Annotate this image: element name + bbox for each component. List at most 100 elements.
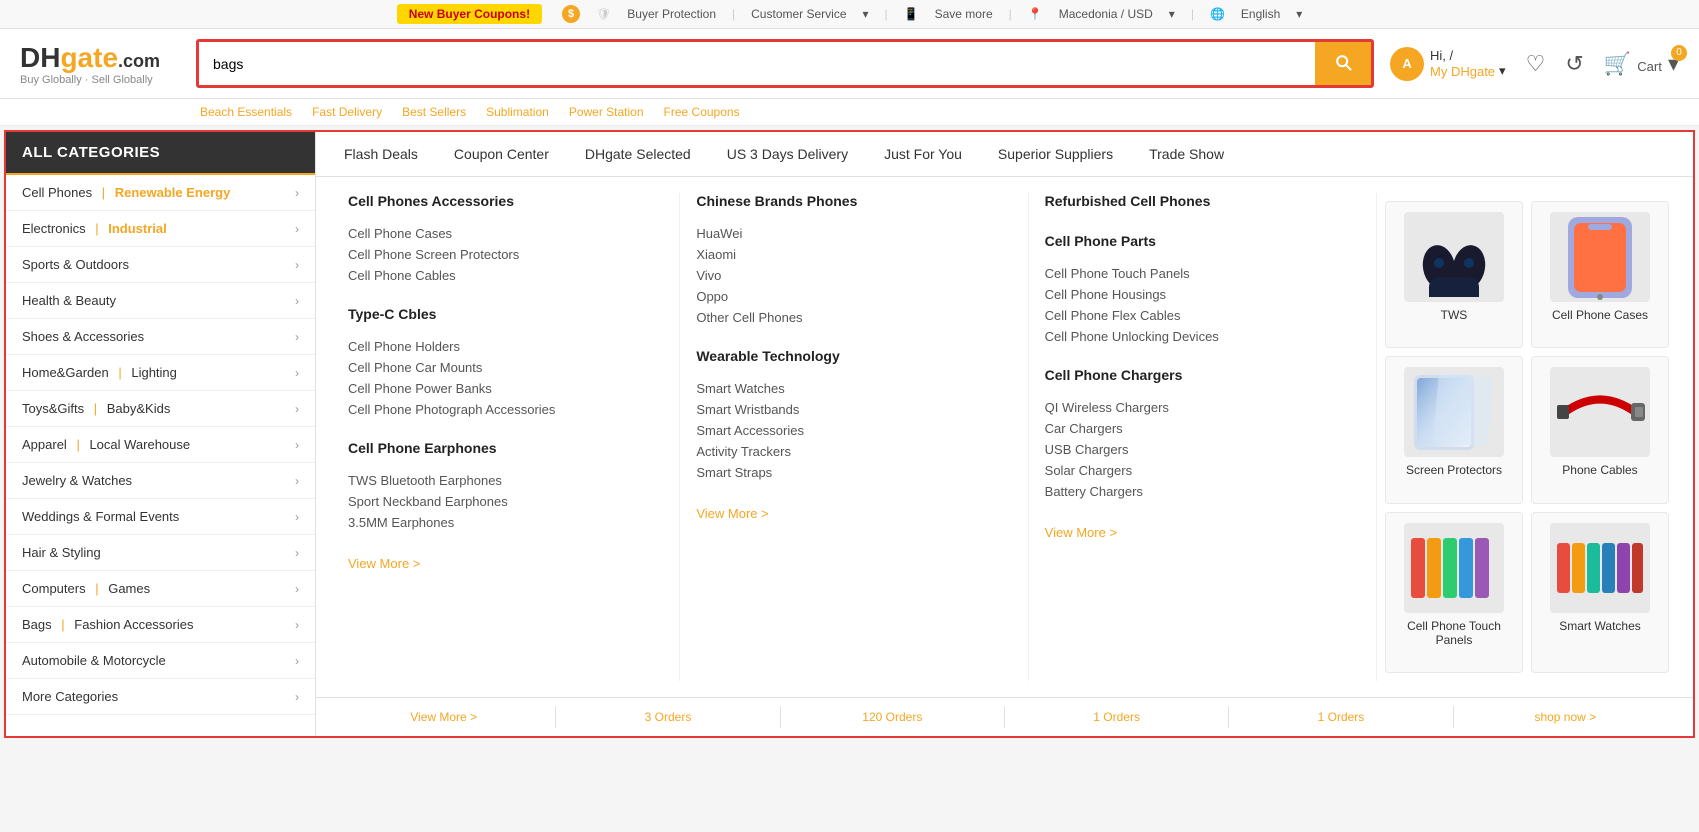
chevron-right-icon: › <box>295 474 299 488</box>
view-more-col2[interactable]: View More > <box>696 503 1011 524</box>
screen-protectors-image <box>1404 367 1504 457</box>
order-item-view-more[interactable]: View More > <box>332 706 556 728</box>
sidebar-item-more[interactable]: More Categories › <box>6 679 315 715</box>
cat-item-smart-accessories[interactable]: Smart Accessories <box>696 420 1011 441</box>
image-card-phone-cables[interactable]: Phone Cables <box>1531 356 1669 503</box>
header-user[interactable]: A Hi, / My DHgate ▾ <box>1390 47 1506 81</box>
cat-item-other-phones[interactable]: Other Cell Phones <box>696 307 1011 328</box>
tab-dhgate-selected[interactable]: DHgate Selected <box>567 132 709 176</box>
sidebar-item-shoes[interactable]: Shoes & Accessories › <box>6 319 315 355</box>
tab-just-for-you[interactable]: Just For You <box>866 132 980 176</box>
chevron-right-icon: › <box>295 510 299 524</box>
sidebar-item-hair[interactable]: Hair & Styling › <box>6 535 315 571</box>
cat-item-touch-panels[interactable]: Cell Phone Touch Panels <box>1045 263 1360 284</box>
image-card-touch-panels[interactable]: Cell Phone Touch Panels <box>1385 512 1523 673</box>
region-link[interactable]: Macedonia / USD <box>1059 7 1153 21</box>
cat-item-car-mounts[interactable]: Cell Phone Car Mounts <box>348 357 663 378</box>
search-input[interactable] <box>199 46 1315 82</box>
chevron-right-icon: › <box>295 258 299 272</box>
cat-item-smart-straps[interactable]: Smart Straps <box>696 462 1011 483</box>
sidebar-item-health[interactable]: Health & Beauty › <box>6 283 315 319</box>
view-more-col3[interactable]: View More > <box>1045 522 1360 543</box>
cat-item-battery-chargers[interactable]: Battery Chargers <box>1045 481 1360 502</box>
tab-flash-deals[interactable]: Flash Deals <box>326 132 436 176</box>
quick-link-beach[interactable]: Beach Essentials <box>200 105 292 119</box>
dropdown-panel: Cell Phones Accessories Cell Phone Cases… <box>316 177 1693 697</box>
tab-coupon-center[interactable]: Coupon Center <box>436 132 567 176</box>
sidebar-item-weddings[interactable]: Weddings & Formal Events › <box>6 499 315 535</box>
image-card-tws[interactable]: TWS <box>1385 201 1523 348</box>
content-area: Flash Deals Coupon Center DHgate Selecte… <box>316 132 1693 736</box>
coupon-button[interactable]: New Buyer Coupons! <box>397 4 542 24</box>
tab-us-delivery[interactable]: US 3 Days Delivery <box>709 132 866 176</box>
save-more-link[interactable]: Save more <box>935 7 993 21</box>
quick-link-sublimation[interactable]: Sublimation <box>486 105 549 119</box>
cat-item-car-chargers[interactable]: Car Chargers <box>1045 418 1360 439</box>
customer-service-link[interactable]: Customer Service <box>751 7 846 21</box>
quick-link-fast[interactable]: Fast Delivery <box>312 105 382 119</box>
sidebar-item-computers[interactable]: Computers | Games › <box>6 571 315 607</box>
sidebar-item-toys[interactable]: Toys&Gifts | Baby&Kids › <box>6 391 315 427</box>
sidebar-item-bags[interactable]: Bags | Fashion Accessories › <box>6 607 315 643</box>
view-more-col1[interactable]: View More > <box>348 553 663 574</box>
chevron-right-icon: › <box>295 186 299 200</box>
sidebar-item-auto[interactable]: Automobile & Motorcycle › <box>6 643 315 679</box>
tab-trade-show[interactable]: Trade Show <box>1131 132 1242 176</box>
cart-button[interactable]: 🛒 0 Cart ▾ <box>1604 51 1679 77</box>
image-card-phone-cases[interactable]: Cell Phone Cases <box>1531 201 1669 348</box>
image-card-smart-watches[interactable]: Smart Watches <box>1531 512 1669 673</box>
sidebar-item-electronics[interactable]: Electronics | Industrial › <box>6 211 315 247</box>
cat-item-activity-trackers[interactable]: Activity Trackers <box>696 441 1011 462</box>
order-item-shop-now[interactable]: shop now > <box>1454 706 1677 728</box>
logo[interactable]: DHgate.com Buy Globally · Sell Globally <box>20 42 180 86</box>
smart-watches-image <box>1550 523 1650 613</box>
cat-item-xiaomi[interactable]: Xiaomi <box>696 244 1011 265</box>
main-container: ALL CATEGORIES Cell Phones | Renewable E… <box>4 130 1695 738</box>
cat-item-cases[interactable]: Cell Phone Cases <box>348 223 663 244</box>
cat-item-usb-chargers[interactable]: USB Chargers <box>1045 439 1360 460</box>
cat-item-photo-accessories[interactable]: Cell Phone Photograph Accessories <box>348 399 663 420</box>
chevron-right-icon: › <box>295 438 299 452</box>
history-button[interactable]: ↺ <box>1565 51 1583 77</box>
image-card-screen-protectors[interactable]: Screen Protectors <box>1385 356 1523 503</box>
top-bar: New Buyer Coupons! $ 🛡 Buyer Protection … <box>0 0 1699 29</box>
sidebar-item-apparel[interactable]: Apparel | Local Warehouse › <box>6 427 315 463</box>
cat-item-unlocking[interactable]: Cell Phone Unlocking Devices <box>1045 326 1360 347</box>
cat-item-qi-chargers[interactable]: QI Wireless Chargers <box>1045 397 1360 418</box>
screen-protectors-label: Screen Protectors <box>1406 463 1502 477</box>
cat-item-flex-cables[interactable]: Cell Phone Flex Cables <box>1045 305 1360 326</box>
sidebar-item-home[interactable]: Home&Garden | Lighting › <box>6 355 315 391</box>
sidebar-item-jewelry[interactable]: Jewelry & Watches › <box>6 463 315 499</box>
sidebar-item-sports[interactable]: Sports & Outdoors › <box>6 247 315 283</box>
cat-item-huawei[interactable]: HuaWei <box>696 223 1011 244</box>
phone-cases-image <box>1550 212 1650 302</box>
language-link[interactable]: English <box>1241 7 1280 21</box>
cat-item-housings[interactable]: Cell Phone Housings <box>1045 284 1360 305</box>
cat-item-smart-wristbands[interactable]: Smart Wristbands <box>696 399 1011 420</box>
sidebar-item-cellphones[interactable]: Cell Phones | Renewable Energy › <box>6 175 315 211</box>
tws-image <box>1404 212 1504 302</box>
quick-link-bestsellers[interactable]: Best Sellers <box>402 105 466 119</box>
cat-item-cables[interactable]: Cell Phone Cables <box>348 265 663 286</box>
section-earphones: Cell Phone Earphones TWS Bluetooth Earph… <box>348 440 663 533</box>
cat-item-tws[interactable]: TWS Bluetooth Earphones <box>348 470 663 491</box>
cat-item-screen-protectors[interactable]: Cell Phone Screen Protectors <box>348 244 663 265</box>
chevron-right-icon: › <box>295 402 299 416</box>
search-button[interactable] <box>1315 42 1371 85</box>
wishlist-button[interactable]: ♡ <box>1526 51 1546 77</box>
chevron-right-icon: › <box>295 582 299 596</box>
buyer-protection-link[interactable]: Buyer Protection <box>627 7 716 21</box>
cat-item-oppo[interactable]: Oppo <box>696 286 1011 307</box>
my-dhgate-link[interactable]: My DHgate <box>1430 64 1495 79</box>
cat-item-solar-chargers[interactable]: Solar Chargers <box>1045 460 1360 481</box>
section-title-refurbished: Refurbished Cell Phones <box>1045 193 1360 213</box>
quick-link-coupons[interactable]: Free Coupons <box>664 105 740 119</box>
cat-item-power-banks[interactable]: Cell Phone Power Banks <box>348 378 663 399</box>
cat-item-vivo[interactable]: Vivo <box>696 265 1011 286</box>
cat-item-smart-watches[interactable]: Smart Watches <box>696 378 1011 399</box>
cat-item-holders[interactable]: Cell Phone Holders <box>348 336 663 357</box>
cat-item-neckband[interactable]: Sport Neckband Earphones <box>348 491 663 512</box>
quick-link-power[interactable]: Power Station <box>569 105 644 119</box>
cat-item-35mm[interactable]: 3.5MM Earphones <box>348 512 663 533</box>
tab-superior[interactable]: Superior Suppliers <box>980 132 1131 176</box>
